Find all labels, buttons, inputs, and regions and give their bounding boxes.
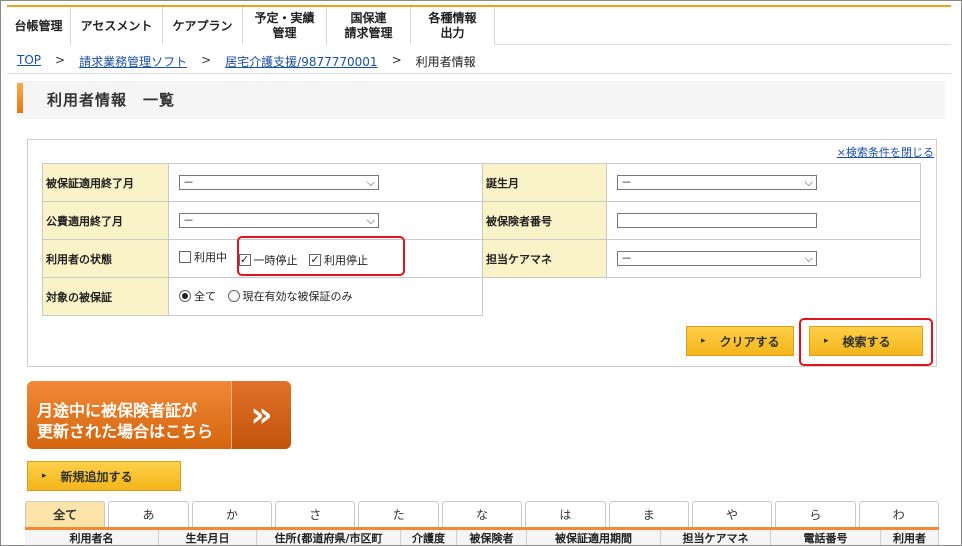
nav-spacer [495,7,951,45]
column-header[interactable]: 利用者名 [25,530,159,545]
add-new-button[interactable]: ▸ 新規追加する [27,461,181,491]
app-window: 台帳管理 アセスメント ケアプラン 予定・実績 管理 国保連 請求管理 各種情報… [0,0,962,546]
tab-sa[interactable]: さ [275,501,356,527]
column-header[interactable]: 被保証適用期間 [527,530,661,545]
label-birth-month: 誕生月 [482,163,607,202]
label-target-card: 対象の被保証 [42,277,169,316]
column-header[interactable]: 介護度 [401,530,457,545]
page-title-bar: 利用者情報 一覧 [17,81,945,119]
nav-billing[interactable]: 国保連 請求管理 [327,7,411,45]
chevron-down-icon: ⌵ [366,176,375,189]
tab-ha[interactable]: は [525,501,606,527]
page-title: 利用者情報 一覧 [47,91,176,109]
chevron-down-icon: ⌵ [804,252,813,265]
chevron-down-icon: ⌵ [366,214,375,227]
nav-assessment[interactable]: アセスメント [71,7,163,45]
radio-label: 現在有効な被保証のみ [242,290,353,303]
breadcrumb-office-link[interactable]: 居宅介護支援/9877770001 [225,53,377,70]
tab-ta[interactable]: た [358,501,439,527]
empty-cell [482,277,921,316]
clear-button[interactable]: ▸ クリアする [686,326,794,356]
kana-tabs: 全て あ か さ た な は ま や ら わ [25,501,939,527]
column-header[interactable]: 電話番号 [771,530,881,545]
tab-ma[interactable]: ま [608,501,689,527]
chevron-right-icon: ▸ [701,336,706,346]
top-nav: 台帳管理 アセスメント ケアプラン 予定・実績 管理 国保連 請求管理 各種情報… [7,5,951,45]
insured-end-month-select[interactable]: － ⌵ [179,175,379,190]
tab-na[interactable]: な [441,501,523,527]
tab-wa[interactable]: わ [858,501,939,527]
tab-ra[interactable]: ら [775,501,856,527]
chevron-right-icon: ▸ [42,471,47,481]
label-care-manager: 担当ケアマネ [482,239,607,278]
breadcrumb-separator: > [201,53,212,67]
mid-month-update-banner[interactable]: 月途中に被保険者証が 更新された場合はこちら » [27,381,291,449]
tab-a[interactable]: あ [108,501,189,527]
label-insured-end-month: 被保証適用終了月 [42,163,169,202]
user-table-header: 利用者名 生年月日 住所(都道府県/市区町 介護度 被保険者 被保証適用期間 担… [25,530,939,545]
search-panel: ×検索条件を閉じる 被保証適用終了月 － ⌵ 誕生月 － ⌵ 公費適用終了月 －… [27,139,937,367]
breadcrumb: TOP > 請求業務管理ソフト > 居宅介護支援/9877770001 > 利用… [17,53,476,70]
target-valid-only-radio[interactable]: 現在有効な被保証のみ [227,288,353,304]
column-header[interactable]: 被保険者 [457,530,527,545]
breadcrumb-software-link[interactable]: 請求業務管理ソフト [79,53,187,70]
select-value: － [621,176,632,189]
column-header[interactable]: 利用者 [881,530,939,545]
checkbox-unchecked-icon [179,251,191,263]
tab-ka[interactable]: か [191,501,273,527]
add-new-button-label: 新規追加する [60,469,133,484]
radio-unselected-icon [227,290,240,302]
highlight-box [799,318,933,366]
status-active-checkbox[interactable]: 利用中 [179,249,227,265]
breadcrumb-separator: > [55,53,66,67]
care-manager-select[interactable]: － ⌵ [617,251,817,266]
label-user-status: 利用者の状態 [42,239,169,278]
chevron-down-icon: ⌵ [804,176,813,189]
tab-all[interactable]: 全て [25,501,106,527]
public-end-month-select[interactable]: － ⌵ [179,213,379,228]
column-header[interactable]: 生年月日 [159,530,257,545]
nav-ledger[interactable]: 台帳管理 [7,7,71,45]
breadcrumb-top-link[interactable]: TOP [17,53,41,70]
radio-selected-icon [179,290,191,302]
radio-label: 全て [194,290,216,303]
target-all-radio[interactable]: 全て [179,288,216,304]
insured-number-input[interactable] [617,213,817,228]
banner-line2: 更新された場合はこちら [37,422,214,441]
checkbox-label: 利用中 [194,251,227,264]
nav-output[interactable]: 各種情報 出力 [411,7,495,45]
double-chevron-right-icon: » [231,381,291,449]
title-accent [17,83,23,113]
column-header[interactable]: 担当ケアマネ [661,530,771,545]
tab-ya[interactable]: や [691,501,773,527]
label-insured-number: 被保険者番号 [482,201,607,240]
nav-schedule[interactable]: 予定・実績 管理 [243,7,327,45]
clear-button-label: クリアする [719,334,780,349]
divider [7,73,951,74]
close-search-link[interactable]: ×検索条件を閉じる [837,144,934,160]
column-header[interactable]: 住所(都道府県/市区町 [257,530,401,545]
select-value: － [621,252,632,265]
breadcrumb-current: 利用者情報 [415,55,476,69]
search-conditions-table: 被保証適用終了月 － ⌵ 誕生月 － ⌵ 公費適用終了月 － ⌵ 被保険者番号 … [42,163,921,316]
birth-month-select[interactable]: － ⌵ [617,175,817,190]
select-value: － [183,214,194,227]
nav-careplan[interactable]: ケアプラン [163,7,243,45]
label-public-end-month: 公費適用終了月 [42,201,169,240]
select-value: － [183,176,194,189]
breadcrumb-separator: > [391,53,402,67]
highlight-box [237,236,405,276]
